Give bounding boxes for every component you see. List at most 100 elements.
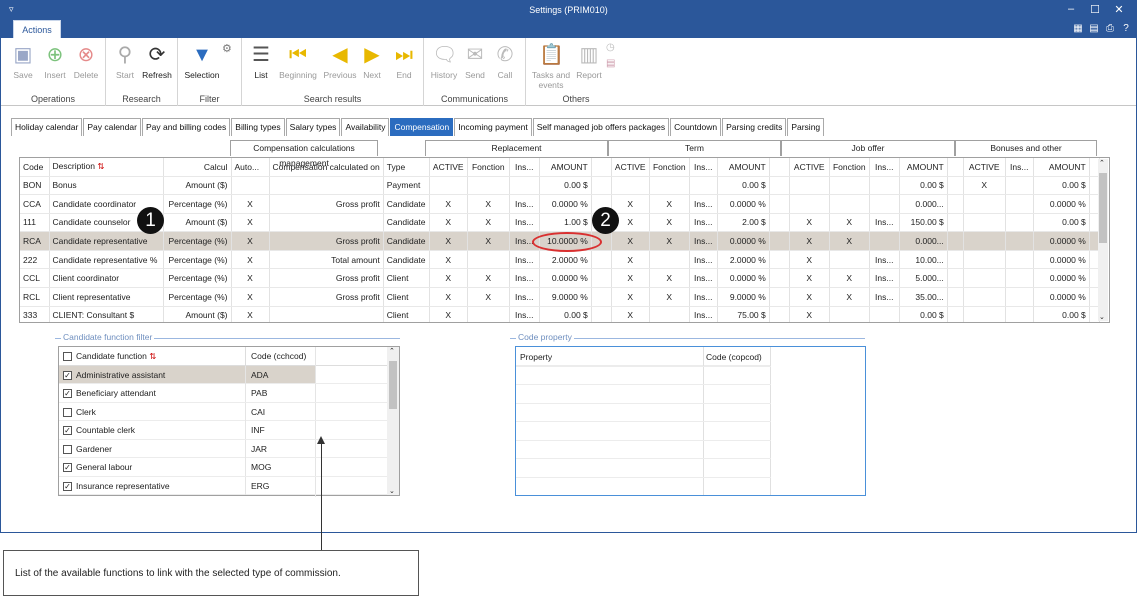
function-checkbox[interactable]: [63, 407, 72, 417]
list-item[interactable]: ✓ Countable clerk INF: [59, 421, 389, 440]
print-icon[interactable]: ⎙: [1104, 23, 1116, 35]
header-property[interactable]: Property: [520, 352, 552, 362]
maximize-icon[interactable]: ☐: [1088, 3, 1102, 16]
scroll-up-icon[interactable]: ⌃: [1099, 159, 1105, 167]
selection-button[interactable]: ▼ Selection: [182, 43, 222, 80]
call-button[interactable]: ✆ Call: [492, 43, 518, 80]
table-cell: X: [231, 250, 270, 270]
function-checkbox[interactable]: ✓: [63, 481, 72, 491]
mailbox-icon[interactable]: ▤: [606, 58, 615, 69]
start-button[interactable]: ⚲ Start: [112, 43, 138, 80]
scroll-up-icon[interactable]: ⌃: [389, 347, 395, 355]
ribbon-tab-actions[interactable]: Actions: [13, 20, 61, 38]
list-item[interactable]: Clerk CAI: [59, 402, 389, 421]
tab-parsing[interactable]: Parsing: [787, 118, 825, 136]
refresh-button[interactable]: ⟳ Refresh: [140, 43, 174, 80]
tab-salary-types[interactable]: Salary types: [285, 118, 341, 136]
tab-incoming-payment[interactable]: Incoming payment: [454, 118, 532, 136]
column-header[interactable]: ACTIVE: [611, 158, 650, 177]
column-header[interactable]: AMOUNT: [539, 158, 592, 177]
column-header[interactable]: ACTIVE: [789, 158, 830, 177]
select-all-checkbox[interactable]: [63, 352, 72, 362]
next-button[interactable]: ▶ Next: [360, 43, 384, 80]
table-cell: [829, 176, 870, 196]
table-row[interactable]: RCL Client representative Percentage (%) X G…: [20, 287, 1100, 307]
column-header[interactable]: Ins...: [689, 158, 718, 177]
table-row[interactable]: 222 Candidate representative % Percentage …: [20, 250, 1100, 270]
table-cell: X: [789, 231, 830, 251]
table-row[interactable]: BON Bonus Amount ($) Payment 0.00 $ 0.00 $ 0.0…: [20, 176, 1100, 196]
insert-button[interactable]: ⊕ Insert: [40, 43, 70, 80]
column-header[interactable]: Fonction: [649, 158, 690, 177]
function-list-scrollbar[interactable]: ⌃ ⌄: [387, 347, 399, 495]
table-row[interactable]: CCL Client coordinator Percentage (%) X Gros…: [20, 268, 1100, 289]
tab-billing-types[interactable]: Billing types: [231, 118, 285, 136]
tab-countdown[interactable]: Countdown: [670, 118, 722, 136]
column-header[interactable]: AMOUNT: [899, 158, 948, 177]
send-button[interactable]: ✉ Send: [462, 43, 488, 80]
column-header[interactable]: Auto...: [231, 158, 270, 177]
column-header[interactable]: Fonction: [829, 158, 870, 177]
end-button[interactable]: ⏭ End: [390, 43, 418, 80]
column-header[interactable]: Ins...: [1005, 158, 1034, 177]
column-header[interactable]: Ins...: [869, 158, 900, 177]
scrollbar-thumb[interactable]: [389, 361, 397, 409]
column-header[interactable]: Calcul: [163, 158, 232, 177]
beginning-button[interactable]: ⏮ Beginning: [278, 43, 318, 80]
column-header[interactable]: Compensation calculated on: [269, 158, 384, 177]
table-cell: 5.000...: [899, 268, 948, 289]
column-header[interactable]: AMOUNT: [717, 158, 770, 177]
header-code-copcod[interactable]: Code (copcod): [706, 352, 762, 362]
list-button[interactable]: ☰ List: [248, 43, 274, 80]
help-icon[interactable]: ?: [1120, 23, 1132, 35]
delete-button[interactable]: ⊗ Delete: [71, 43, 101, 80]
tab-pay-calendar[interactable]: Pay calendar: [83, 118, 141, 136]
clock-icon[interactable]: ◷: [606, 42, 615, 53]
table-row[interactable]: CCA Candidate coordinator Percentage (%) X G…: [20, 194, 1100, 214]
table-cell: [947, 268, 964, 289]
save-button[interactable]: ▣ Save: [9, 43, 37, 80]
function-code: CAI: [251, 406, 266, 417]
minimize-icon[interactable]: –: [1064, 3, 1078, 15]
function-checkbox[interactable]: ✓: [63, 426, 72, 436]
tab-availability[interactable]: Availability: [341, 118, 390, 136]
function-checkbox[interactable]: ✓: [63, 370, 72, 380]
function-checkbox[interactable]: ✓: [63, 389, 72, 399]
scrollbar-thumb[interactable]: [1099, 173, 1107, 243]
table-row[interactable]: 333 CLIENT: Consultant $ Amount ($) X Client…: [20, 306, 1100, 322]
column-header[interactable]: AMOUNT: [1033, 158, 1090, 177]
header-candidate-function[interactable]: Candidate function: [76, 351, 147, 361]
tab-compensation[interactable]: Compensation: [390, 118, 454, 136]
scroll-down-icon[interactable]: ⌄: [1099, 313, 1105, 321]
grid-scrollbar[interactable]: ⌃ ⌄: [1098, 159, 1108, 321]
column-header[interactable]: Ins...: [509, 158, 540, 177]
list-item[interactable]: ✓ Administrative assistant ADA: [59, 365, 389, 384]
column-header[interactable]: ACTIVE: [429, 158, 468, 177]
close-icon[interactable]: ✕: [1112, 3, 1126, 16]
history-button[interactable]: 🗨 History: [428, 43, 460, 80]
column-header[interactable]: Description ⇅: [49, 158, 164, 177]
header-code[interactable]: Code (cchcod): [251, 351, 306, 361]
function-checkbox[interactable]: [63, 444, 72, 454]
tab-self-managed-job-offers[interactable]: Self managed job offers packages: [532, 118, 670, 136]
column-header[interactable]: Code: [20, 158, 50, 177]
column-header[interactable]: Type: [383, 158, 430, 177]
list-item[interactable]: Gardener JAR: [59, 439, 389, 458]
scroll-down-icon[interactable]: ⌄: [389, 487, 395, 495]
column-header[interactable]: ACTIVE: [963, 158, 1006, 177]
list-item[interactable]: ✓ General labour MOG: [59, 458, 389, 477]
calendar-icon[interactable]: ▤: [1088, 23, 1100, 35]
tab-pay-and-billing-codes[interactable]: Pay and billing codes: [141, 118, 231, 136]
list-item[interactable]: ✓ Beneficiary attendant PAB: [59, 384, 389, 403]
tasks-and-events-button[interactable]: 📋 Tasks and events: [530, 43, 572, 90]
report-button[interactable]: ▥ Report: [574, 43, 604, 80]
function-checkbox[interactable]: ✓: [63, 463, 72, 473]
previous-button[interactable]: ◀ Previous: [322, 43, 358, 80]
column-header[interactable]: Fonction: [467, 158, 510, 177]
table-row[interactable]: 111 Candidate counselor Amount ($) X Candida…: [20, 213, 1100, 233]
tab-parsing-credits[interactable]: Parsing credits: [722, 118, 787, 136]
list-item[interactable]: ✓ Insurance representative ERG: [59, 476, 389, 495]
tab-holiday-calendar[interactable]: Holiday calendar: [11, 118, 83, 136]
gear-icon[interactable]: ⚙: [222, 42, 232, 55]
calculator-icon[interactable]: ▦: [1072, 23, 1084, 35]
